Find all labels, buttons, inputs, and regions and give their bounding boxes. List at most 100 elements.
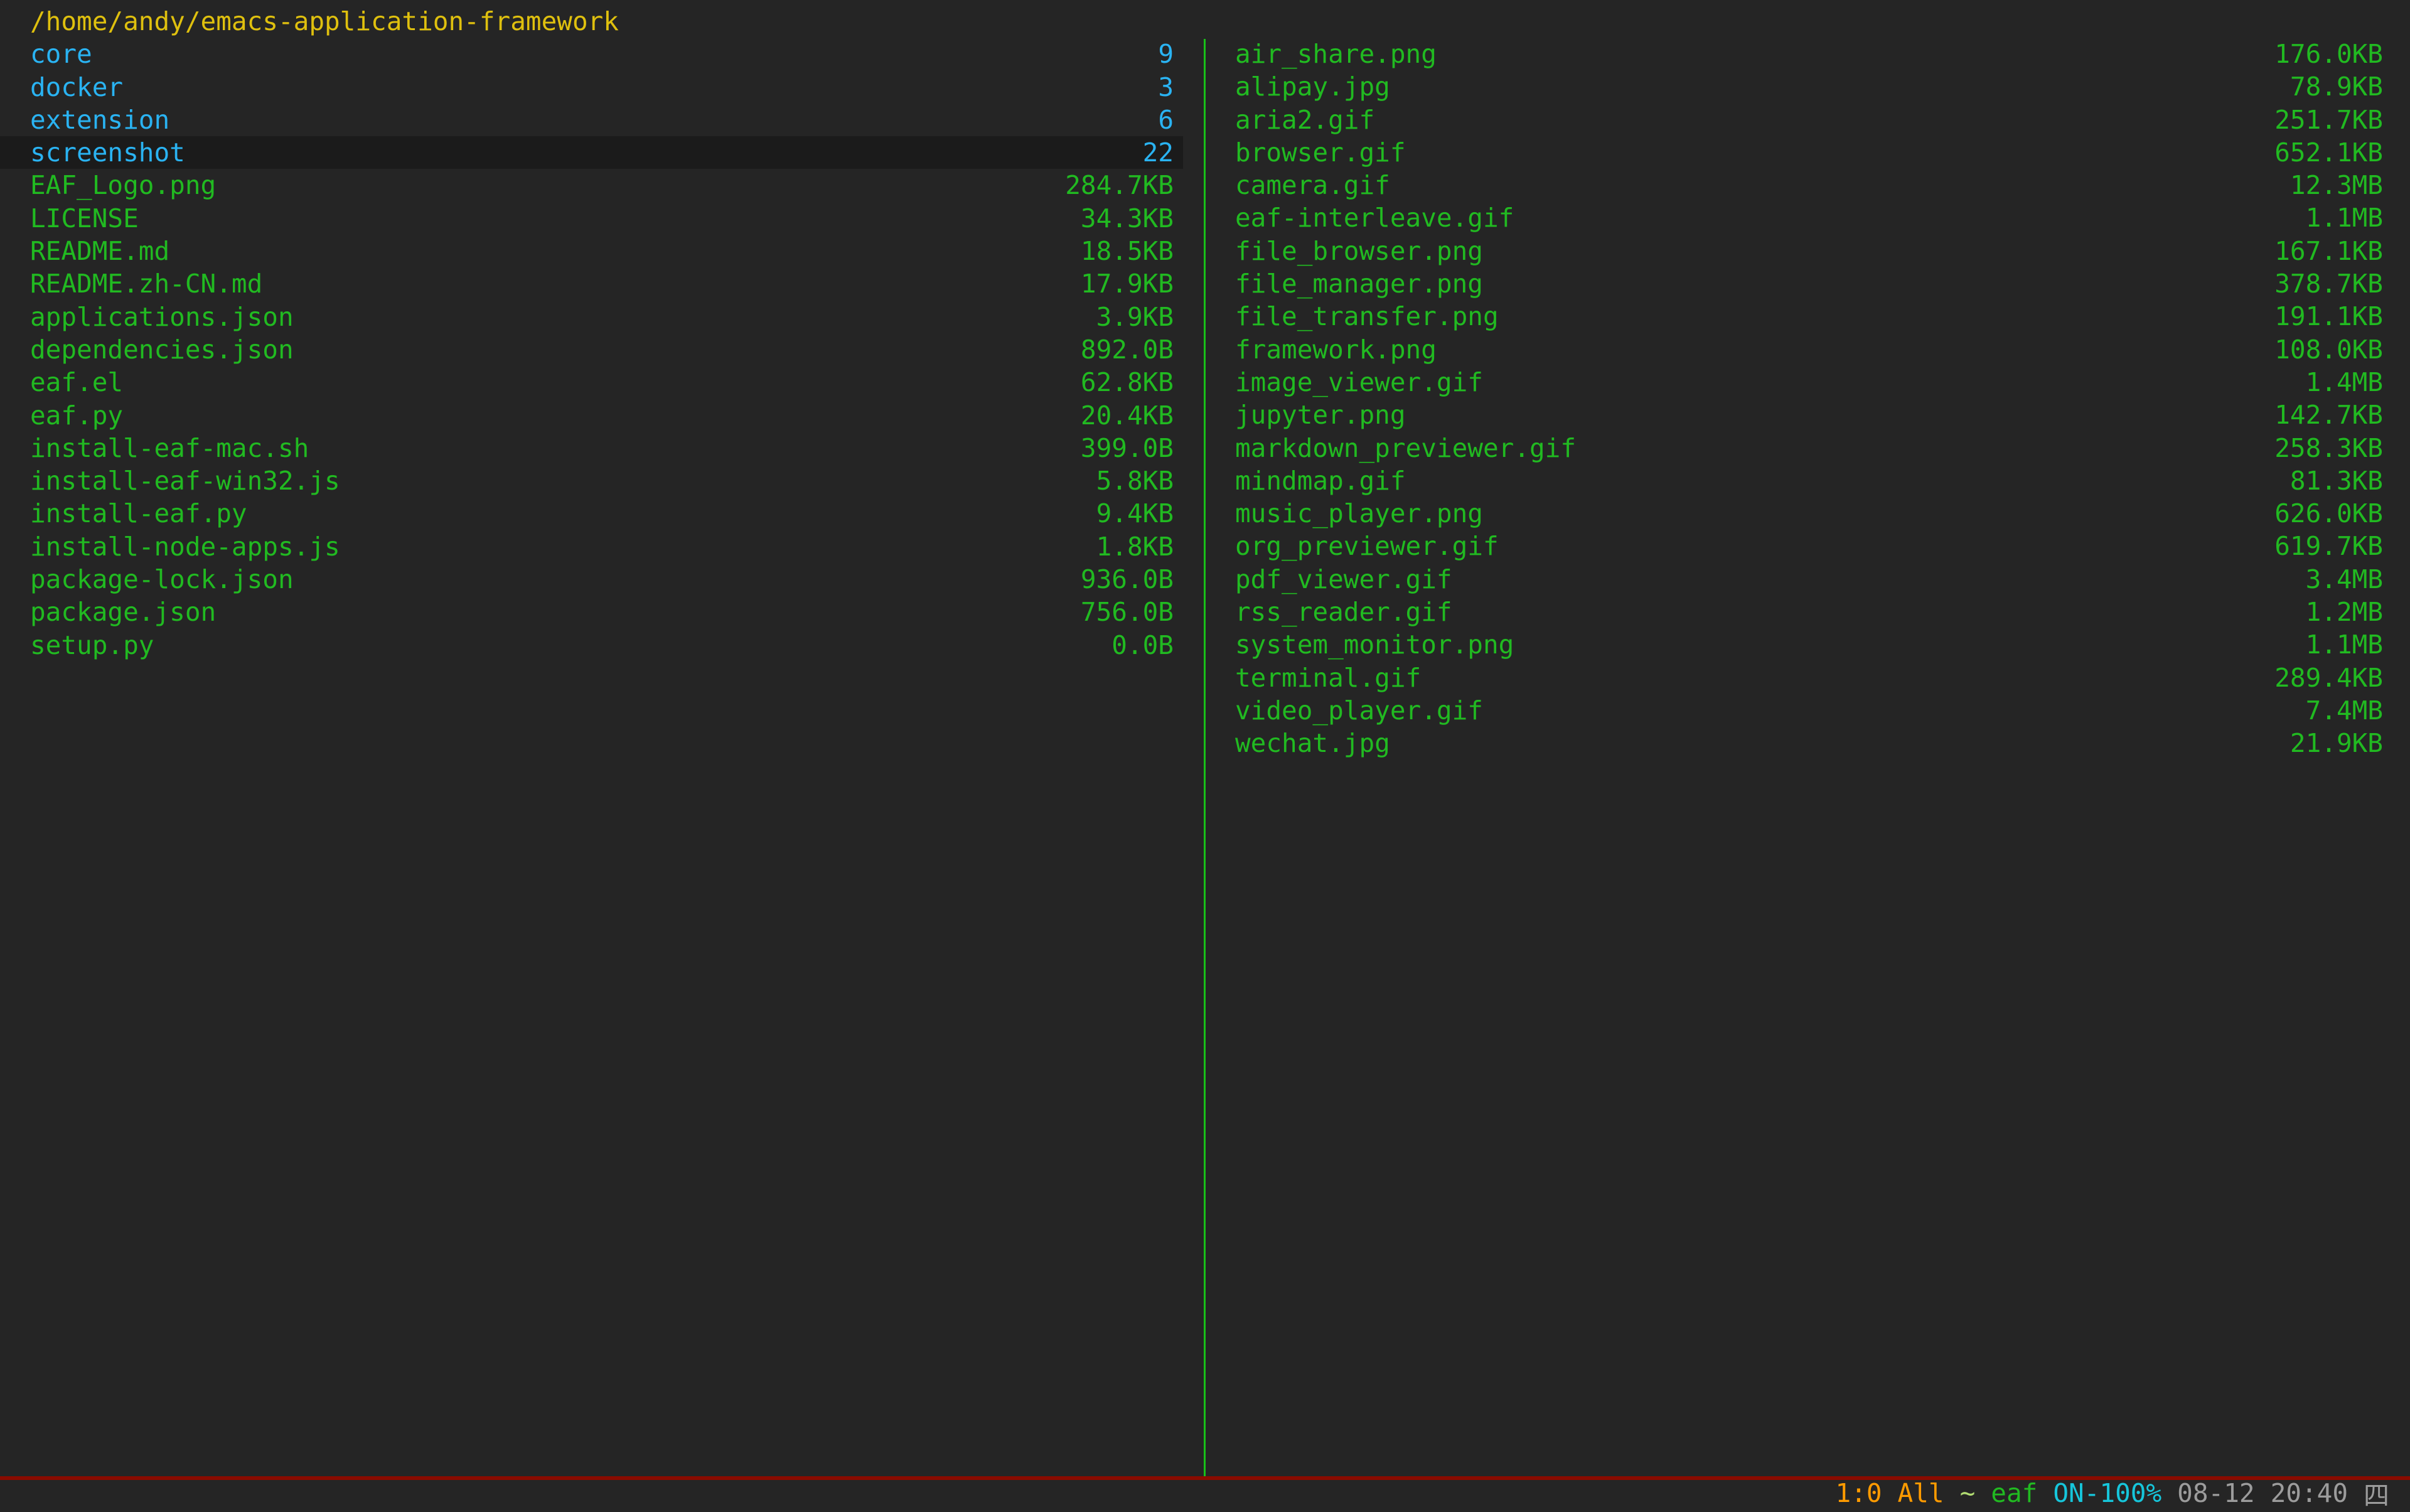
entry-size: 626.0KB — [2274, 497, 2383, 530]
directory-row[interactable]: docker 3 — [0, 71, 1183, 104]
preview-file-list: air_share.png 176.0KB alipay.jpg 78.9KB … — [1206, 38, 2410, 760]
entry-size: 258.3KB — [2274, 432, 2383, 464]
entry-name: markdown_previewer.gif — [1235, 432, 1576, 464]
file-row[interactable]: eaf.py 20.4KB — [0, 399, 1183, 432]
entry-size: 22 — [1143, 136, 1174, 169]
entry-name: extension — [30, 104, 169, 136]
entry-name: terminal.gif — [1235, 662, 1421, 694]
file-row[interactable]: file_manager.png 378.7KB — [1206, 267, 2410, 300]
preview-pane: air_share.png 176.0KB alipay.jpg 78.9KB … — [1206, 38, 2410, 760]
entry-size: 1.8KB — [1096, 530, 1174, 563]
entry-name: core — [30, 38, 92, 70]
file-row[interactable]: applications.json 3.9KB — [0, 301, 1183, 333]
file-row[interactable]: package-lock.json 936.0B — [0, 563, 1183, 596]
entry-name: docker — [30, 71, 123, 104]
modeline-date: 08-12 — [2177, 1478, 2254, 1508]
modeline-position: 1:0 — [1835, 1478, 1882, 1508]
file-row[interactable]: org_previewer.gif 619.7KB — [1206, 530, 2410, 562]
entry-size: 17.9KB — [1081, 267, 1174, 300]
directory-row[interactable]: extension 6 — [0, 104, 1183, 136]
file-row[interactable]: pdf_viewer.gif 3.4MB — [1206, 563, 2410, 596]
eaf-file-manager-window: /home/andy/emacs-application-framework c… — [0, 0, 2410, 1506]
file-row[interactable]: package.json 756.0B — [0, 596, 1183, 628]
file-row[interactable]: image_viewer.gif 1.4MB — [1206, 366, 2410, 399]
file-row[interactable]: browser.gif 652.1KB — [1206, 136, 2410, 169]
modeline-mode: eaf — [1991, 1478, 2037, 1508]
entry-size: 1.2MB — [2306, 596, 2383, 628]
entry-name: file_browser.png — [1235, 235, 1483, 267]
entry-name: package.json — [30, 596, 216, 628]
entry-name: browser.gif — [1235, 136, 1406, 169]
directory-row[interactable]: screenshot 22 — [0, 136, 1183, 169]
file-row[interactable]: EAF_Logo.png 284.7KB — [0, 169, 1183, 201]
entry-size: 1.4MB — [2306, 366, 2383, 399]
entry-size: 108.0KB — [2274, 333, 2383, 366]
entry-name: setup.py — [30, 629, 154, 662]
entry-name: LICENSE — [30, 202, 139, 235]
file-row[interactable]: wechat.jpg 21.9KB — [1206, 727, 2410, 759]
entry-name: framework.png — [1235, 333, 1437, 366]
file-row[interactable]: install-node-apps.js 1.8KB — [0, 530, 1183, 563]
entry-name: file_transfer.png — [1235, 300, 1499, 333]
entry-name: install-eaf-mac.sh — [30, 432, 309, 464]
file-row[interactable]: terminal.gif 289.4KB — [1206, 662, 2410, 694]
entry-size: 289.4KB — [2274, 662, 2383, 694]
file-row[interactable]: video_player.gif 7.4MB — [1206, 694, 2410, 727]
current-path: /home/andy/emacs-application-framework — [0, 5, 1183, 38]
file-row[interactable]: README.zh-CN.md 17.9KB — [0, 267, 1183, 300]
entry-size: 81.3KB — [2290, 464, 2383, 497]
entry-size: 142.7KB — [2274, 399, 2383, 431]
entry-name: aria2.gif — [1235, 104, 1374, 136]
modeline: 1:0 All ~ eaf ON-100% 08-12 20:40 四 — [0, 1480, 2410, 1506]
entry-name: README.md — [30, 235, 169, 267]
file-row[interactable]: install-eaf.py 9.4KB — [0, 497, 1183, 530]
file-row[interactable]: aria2.gif 251.7KB — [1206, 104, 2410, 136]
file-row[interactable]: README.md 18.5KB — [0, 235, 1183, 267]
file-row[interactable]: file_transfer.png 191.1KB — [1206, 300, 2410, 333]
directory-row[interactable]: core 9 — [0, 38, 1183, 70]
entry-name: image_viewer.gif — [1235, 366, 1483, 399]
file-row[interactable]: framework.png 108.0KB — [1206, 333, 2410, 366]
entry-size: 399.0B — [1081, 432, 1174, 464]
file-row[interactable]: mindmap.gif 81.3KB — [1206, 464, 2410, 497]
file-row[interactable]: setup.py 0.0B — [0, 629, 1183, 662]
file-row[interactable]: music_player.png 626.0KB — [1206, 497, 2410, 530]
file-row[interactable]: air_share.png 176.0KB — [1206, 38, 2410, 70]
entry-size: 892.0B — [1081, 333, 1174, 366]
entry-name: EAF_Logo.png — [30, 169, 216, 201]
entry-name: system_monitor.png — [1235, 628, 1514, 661]
entry-size: 176.0KB — [2274, 38, 2383, 70]
entry-size: 3.9KB — [1096, 301, 1174, 333]
file-row[interactable]: install-eaf-win32.js 5.8KB — [0, 464, 1183, 497]
file-row[interactable]: alipay.jpg 78.9KB — [1206, 70, 2410, 103]
entry-size: 0.0B — [1111, 629, 1174, 662]
entry-name: README.zh-CN.md — [30, 267, 262, 300]
entry-size: 9 — [1158, 38, 1174, 70]
entry-size: 652.1KB — [2274, 136, 2383, 169]
entry-name: eaf.py — [30, 399, 123, 432]
entry-size: 378.7KB — [2274, 267, 2383, 300]
entry-size: 20.4KB — [1081, 399, 1174, 432]
file-row[interactable]: dependencies.json 892.0B — [0, 333, 1183, 366]
entry-size: 1.1MB — [2306, 201, 2383, 234]
file-row[interactable]: markdown_previewer.gif 258.3KB — [1206, 432, 2410, 464]
entry-size: 936.0B — [1081, 563, 1174, 596]
file-row[interactable]: eaf.el 62.8KB — [0, 366, 1183, 399]
entry-size: 619.7KB — [2274, 530, 2383, 562]
file-row[interactable]: eaf-interleave.gif 1.1MB — [1206, 201, 2410, 234]
entry-size: 3.4MB — [2306, 563, 2383, 596]
modeline-time: 20:40 — [2271, 1478, 2348, 1508]
entry-name: camera.gif — [1235, 169, 1390, 201]
file-row[interactable]: install-eaf-mac.sh 399.0B — [0, 432, 1183, 464]
file-row[interactable]: jupyter.png 142.7KB — [1206, 399, 2410, 431]
entry-size: 284.7KB — [1065, 169, 1174, 201]
entry-name: eaf.el — [30, 366, 123, 399]
file-row[interactable]: camera.gif 12.3MB — [1206, 169, 2410, 201]
entry-name: install-node-apps.js — [30, 530, 340, 563]
file-row[interactable]: LICENSE 34.3KB — [0, 202, 1183, 235]
file-row[interactable]: rss_reader.gif 1.2MB — [1206, 596, 2410, 628]
file-row[interactable]: system_monitor.png 1.1MB — [1206, 628, 2410, 661]
entry-size: 756.0B — [1081, 596, 1174, 628]
file-row[interactable]: file_browser.png 167.1KB — [1206, 235, 2410, 267]
entry-size: 78.9KB — [2290, 70, 2383, 103]
